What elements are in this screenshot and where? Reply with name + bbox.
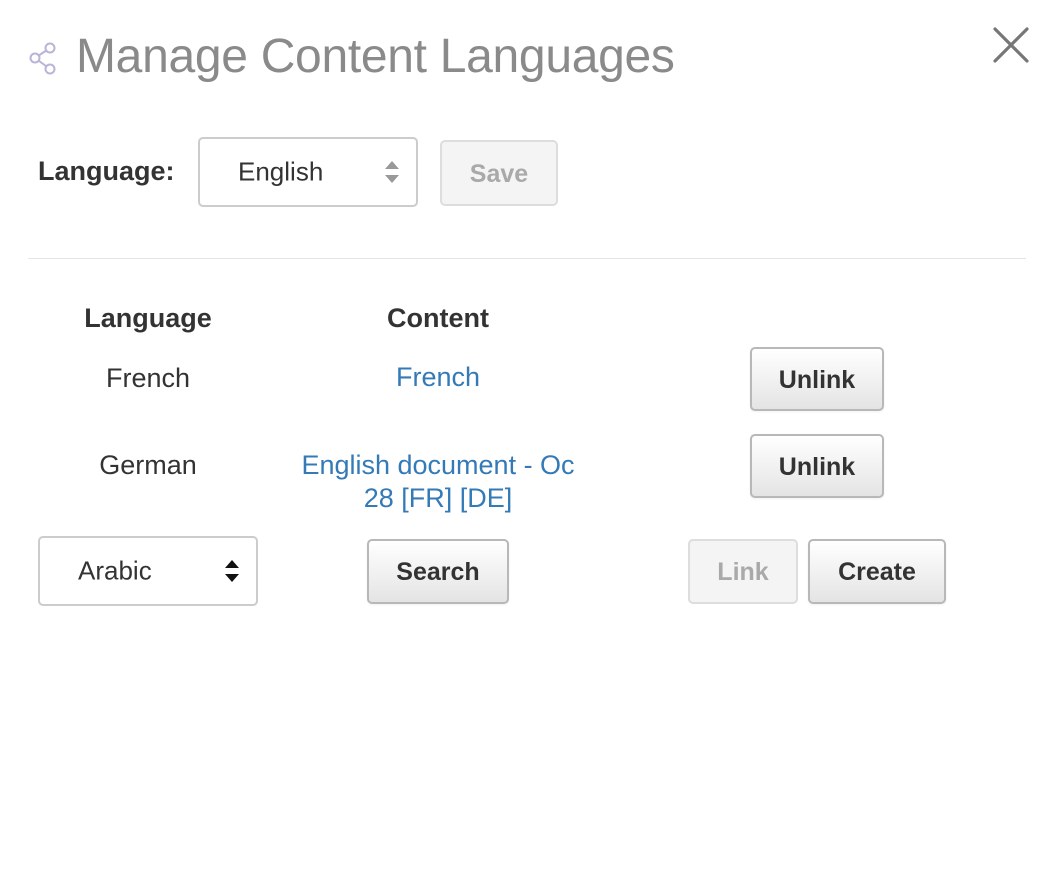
content-link-french[interactable]: French — [278, 361, 598, 394]
dialog-title: Manage Content Languages — [76, 30, 675, 83]
language-select[interactable]: English — [198, 137, 418, 207]
row-language-german: German — [99, 450, 197, 480]
link-button[interactable]: Link — [688, 539, 798, 604]
content-link-line-2: 28 [FR] [DE] — [363, 483, 513, 513]
content-link-line-1: English document - Oc — [301, 450, 575, 480]
unlink-button-french[interactable]: Unlink — [750, 347, 884, 411]
select-arrows-icon — [385, 161, 399, 183]
unlink-button-german[interactable]: Unlink — [750, 434, 884, 498]
column-header-language: Language — [84, 303, 212, 333]
new-language-select[interactable]: Arabic — [38, 536, 258, 606]
language-select-value: English — [238, 156, 324, 187]
select-arrows-icon — [225, 560, 239, 582]
divider — [28, 258, 1026, 259]
content-link-german[interactable]: English document - Oc 28 [FR] [DE] — [278, 449, 598, 515]
close-icon[interactable] — [988, 22, 1034, 68]
column-header-content: Content — [387, 303, 489, 333]
manage-content-languages-dialog: Manage Content Languages Language: Engli… — [0, 0, 1056, 896]
content-link-line: French — [395, 362, 481, 392]
row-language-french: French — [105, 363, 191, 393]
share-icon — [29, 42, 56, 75]
create-button[interactable]: Create — [808, 539, 946, 604]
new-language-select-value: Arabic — [78, 555, 152, 586]
save-button[interactable]: Save — [440, 140, 558, 206]
language-label: Language: — [38, 156, 175, 186]
search-button[interactable]: Search — [367, 539, 509, 604]
